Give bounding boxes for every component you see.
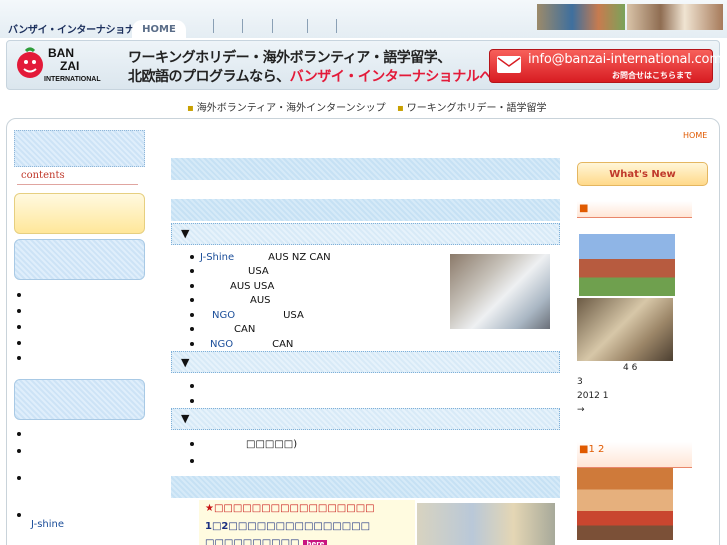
subnav-volunteer[interactable]: ▪ 海外ボランティア・海外インターンシップ — [187, 99, 386, 114]
contact-email[interactable]: info@banzai-international.com — [528, 52, 722, 67]
right-text: 3 — [577, 377, 583, 387]
banner-highlight: バンザイ・インターナショナルへ！ — [289, 69, 507, 85]
promo-line-3: □□□□□□□□□□ here — [205, 538, 328, 545]
right-section-header-2: ■1 2 — [577, 442, 692, 468]
contact-sub-label: お問合せはこちらまで — [612, 71, 692, 80]
photo-kids — [417, 503, 555, 545]
list-bullet — [17, 356, 21, 360]
subnav-workingholiday[interactable]: ▪ ワーキングホリデー・語学留学 — [397, 99, 546, 114]
section-title-bar — [171, 199, 560, 221]
promo-line-1: ★□□□□□□□□□□□□□□□□□ — [205, 503, 375, 514]
list-item[interactable] — [190, 456, 200, 467]
triangle-down-icon: ▼ — [181, 356, 190, 369]
tab-home[interactable]: HOME — [132, 20, 186, 38]
right-text: 2012 1 — [577, 391, 609, 401]
section-header-2 — [171, 351, 560, 373]
svg-text:INTERNATIONAL: INTERNATIONAL — [44, 76, 101, 83]
photo-office — [450, 254, 550, 329]
right-arrow-link[interactable]: → — [577, 405, 585, 415]
photo-house — [579, 234, 675, 296]
breadcrumb-home[interactable]: HOME — [683, 131, 707, 140]
photo-group — [577, 468, 673, 540]
banzai-logo[interactable]: BAN ZAI INTERNATIONAL — [16, 43, 110, 87]
bullet-icon: ▪ — [397, 103, 404, 114]
banner-headline-2: 北欧語のプログラムなら、バンザイ・インターナショナルへ！ — [128, 69, 507, 85]
nav-separator — [336, 19, 337, 33]
svg-text:BAN: BAN — [48, 46, 74, 60]
list-bullet — [17, 476, 21, 480]
promo-title-bar — [171, 476, 560, 498]
left-menu-header — [14, 130, 145, 167]
list-item[interactable]: AUS USA — [190, 281, 274, 292]
svg-text:ZAI: ZAI — [60, 59, 79, 73]
list-bullet — [17, 341, 21, 345]
list-bullet — [17, 293, 21, 297]
list-item[interactable]: □□□□□) — [190, 439, 297, 450]
content-title-bar — [171, 158, 560, 180]
section-header-1 — [171, 223, 560, 245]
list-item[interactable]: NGO USA — [190, 310, 304, 321]
list-bullet — [17, 513, 21, 517]
list-item[interactable]: NGO CAN — [190, 339, 293, 350]
header-photo-class — [627, 4, 723, 30]
left-link-jshine[interactable]: J-shine — [31, 519, 64, 530]
left-menu-button-3[interactable] — [14, 379, 145, 420]
bullet-icon: ▪ — [187, 103, 194, 114]
photo-room — [577, 298, 673, 361]
whats-new-button[interactable]: What's New — [577, 162, 708, 186]
contents-label: contents — [21, 170, 65, 181]
list-item[interactable] — [190, 396, 200, 407]
list-bullet — [17, 449, 21, 453]
list-bullet — [17, 432, 21, 436]
list-item[interactable]: J-Shine AUS NZ CAN — [190, 252, 331, 263]
list-bullet — [17, 309, 21, 313]
list-item[interactable]: CAN — [190, 324, 255, 335]
right-section-header-1: ■ — [577, 201, 692, 218]
triangle-down-icon: ▼ — [181, 227, 190, 240]
left-menu-button-2[interactable] — [14, 239, 145, 280]
nav-separator — [272, 19, 273, 33]
list-item[interactable] — [190, 381, 200, 392]
header-photo-people — [537, 4, 625, 30]
list-item[interactable]: USA — [190, 266, 269, 277]
list-bullet — [17, 325, 21, 329]
promo-line-2: 1□2□□□□□□□□□□□□□□□ — [205, 521, 371, 532]
divider — [17, 184, 138, 185]
envelope-icon — [497, 56, 521, 73]
section-header-3 — [171, 408, 560, 430]
banner-headline-1: ワーキングホリデー・海外ボランティア・語学留学、 — [128, 50, 451, 66]
right-text: 4 6 — [623, 363, 638, 373]
site-title[interactable]: バンザイ・インターナショナル — [8, 21, 145, 36]
list-item[interactable]: AUS — [190, 295, 271, 306]
here-badge[interactable]: here — [303, 540, 328, 545]
nav-separator — [307, 19, 308, 33]
nav-separator — [242, 19, 243, 33]
triangle-down-icon: ▼ — [181, 412, 190, 425]
left-menu-button-1[interactable] — [14, 193, 145, 234]
nav-separator — [213, 19, 214, 33]
